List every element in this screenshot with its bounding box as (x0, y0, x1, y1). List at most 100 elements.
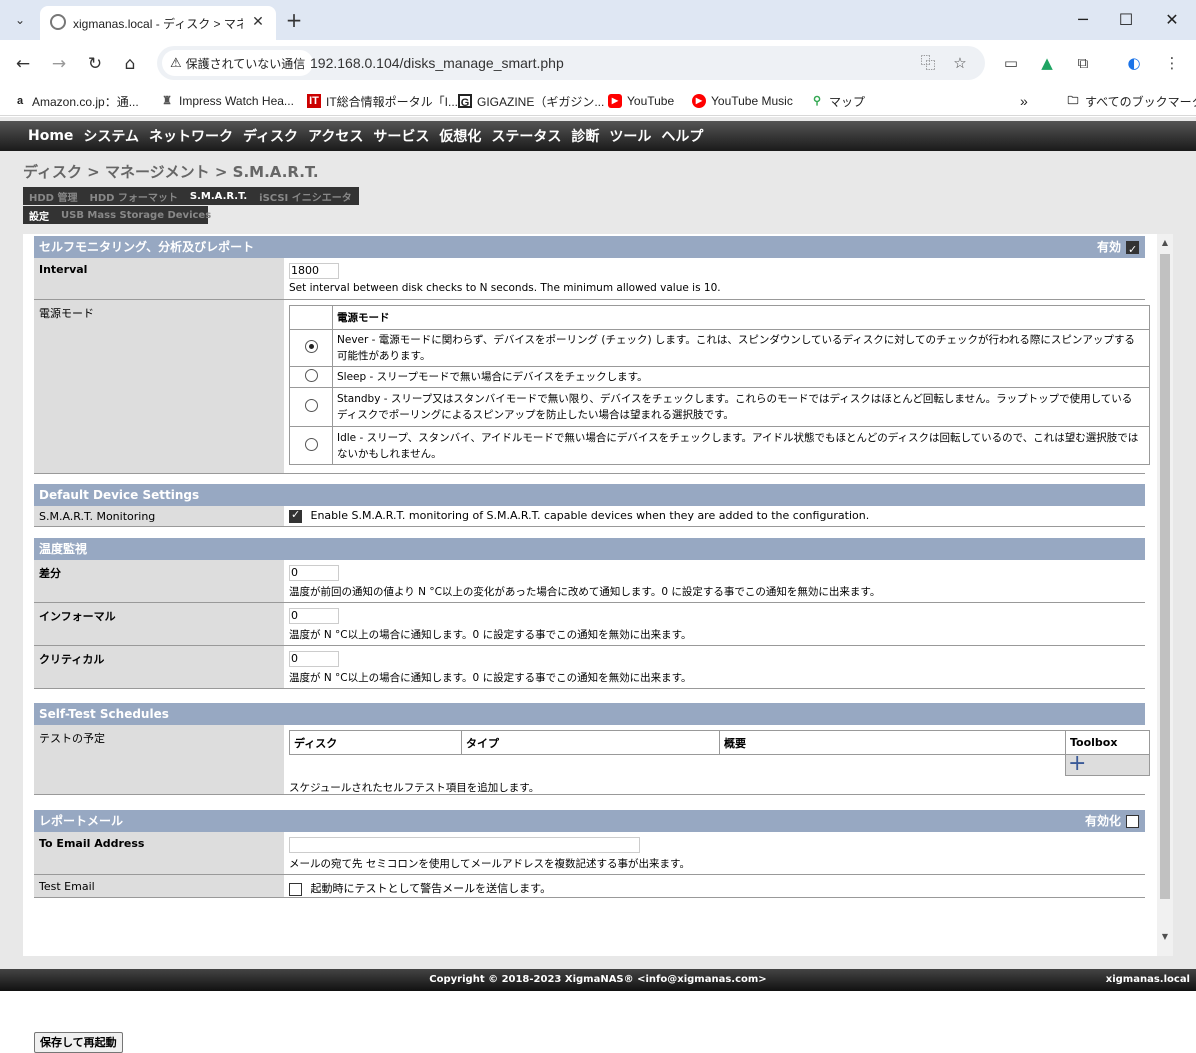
smart-monitoring-text: Enable S.M.A.R.T. monitoring of S.M.A.R.… (310, 509, 870, 522)
power-mode-sleep-radio[interactable] (304, 369, 318, 382)
interval-input[interactable]: 1800 (289, 263, 339, 279)
col-type: タイプ (461, 730, 720, 755)
menu-help[interactable]: ヘルプ (661, 126, 703, 146)
cast-icon[interactable]: ▭ (999, 51, 1023, 75)
all-bookmarks[interactable]: 🗀 すべてのブックマーク (1066, 92, 1196, 110)
tab-hdd-format[interactable]: HDD フォーマット (83, 189, 183, 204)
self-test-section-header: Self-Test Schedules (34, 703, 1145, 725)
tab-title: xigmanas.local - ディスク > マネー (73, 17, 243, 31)
interval-row: Interval 1800 Set interval between disk … (34, 258, 1145, 300)
temperature-section-header: 温度監視 (34, 538, 1145, 560)
test-email-checkbox[interactable] (289, 882, 302, 896)
temp-crit-row: クリティカル 0 温度が N °C以上の場合に通知します。0 に設定する事でこの… (34, 646, 1145, 689)
power-mode-sleep-text: Sleep - スリープモードで無い場合にデバイスをチェックします。 (332, 366, 1150, 388)
new-tab-icon[interactable]: + (283, 9, 305, 31)
temp-info-label: インフォーマル (34, 603, 284, 645)
save-and-restart-button[interactable]: 保存して再起動 (34, 1032, 123, 1053)
power-mode-never-radio[interactable] (304, 340, 318, 353)
menu-access[interactable]: アクセス (308, 126, 363, 146)
bookmark-item[interactable]: a Amazon.co.jp：通... (13, 92, 139, 110)
forward-icon[interactable]: → (47, 52, 71, 76)
translate-icon[interactable]: ⿻ (917, 52, 939, 74)
to-email-input[interactable] (289, 837, 640, 853)
menu-status[interactable]: ステータス (491, 126, 561, 146)
tab-settings[interactable]: 設定 (23, 208, 55, 223)
menu-home[interactable]: Home (28, 128, 73, 144)
bookmark-item[interactable]: ♜ Impress Watch Hea... (160, 92, 294, 110)
tab-close-icon[interactable]: ✕ (248, 12, 268, 32)
maximize-icon[interactable]: ☐ (1111, 8, 1141, 32)
back-icon[interactable]: ← (11, 52, 35, 76)
tab-smart[interactable]: S.M.A.R.T. (184, 191, 253, 202)
page: Home システム ネットワーク ディスク アクセス サービス 仮想化 ステータ… (0, 117, 1196, 1053)
menu-services[interactable]: サービス (373, 126, 429, 146)
smart-section-header: セルフモニタリング、分析及びレポート 有効 (34, 236, 1145, 261)
url-text[interactable]: 192.168.0.104/disks_manage_smart.php (310, 55, 564, 71)
tab-iscsi-initiator[interactable]: iSCSI イニシエータ (253, 189, 358, 204)
security-chip-label: 保護されていない通信 (185, 56, 306, 71)
menu-network[interactable]: ネットワーク (149, 126, 233, 146)
smart-monitoring-checkbox[interactable] (289, 508, 302, 523)
bookmark-item[interactable]: G GIGAZINE（ギガジン... (458, 92, 604, 110)
footer-hostname: xigmanas.local (1105, 974, 1190, 985)
scroll-up-icon[interactable]: ▲ (1157, 236, 1173, 250)
scrollbar-thumb[interactable] (1160, 254, 1170, 899)
temp-diff-label: 差分 (34, 560, 284, 602)
power-mode-standby-radio[interactable] (304, 399, 318, 412)
temp-info-input[interactable]: 0 (289, 608, 339, 624)
smart-enable-label: 有効 (1096, 240, 1121, 254)
col-disk: ディスク (289, 730, 462, 755)
smart-monitoring-row: S.M.A.R.T. Monitoring Enable S.M.A.R.T. … (34, 506, 1145, 527)
menu-disks[interactable]: ディスク (243, 126, 298, 146)
bookmark-star-icon[interactable]: ☆ (949, 52, 971, 74)
more-bookmarks-icon[interactable]: » (1020, 92, 1028, 110)
reload-icon[interactable]: ↻ (83, 52, 107, 76)
temp-crit-label: クリティカル (34, 646, 284, 688)
youtube-icon: ▶ (608, 94, 622, 108)
col-description: 概要 (719, 730, 1066, 755)
window-close-icon[interactable]: ✕ (1157, 8, 1187, 32)
smart-monitoring-label: S.M.A.R.T. Monitoring (34, 506, 284, 526)
interval-hint: Set interval between disk checks to N se… (289, 282, 721, 294)
test-email-row: Test Email 起動時にテストとして警告メールを送信します。 (34, 875, 1145, 898)
temp-crit-input[interactable]: 0 (289, 651, 339, 667)
to-email-label: To Email Address (34, 832, 284, 874)
bookmark-item[interactable]: ⚲ マップ (810, 92, 865, 110)
test-email-label: Test Email (34, 875, 284, 897)
power-mode-standby-text: Standby - スリープ又はスタンバイモードで無い限り、デバイスをチェックし… (332, 387, 1150, 427)
to-email-row: To Email Address メールの宛て先 セミコロンを使用してメールアド… (34, 832, 1145, 875)
interval-label: Interval (34, 258, 284, 299)
settings-form: セルフモニタリング、分析及びレポート 有効 Interval 1800 Set … (23, 234, 1157, 1053)
google-drive-icon[interactable]: ▲ (1035, 51, 1059, 75)
power-mode-idle-radio[interactable] (304, 437, 318, 451)
temp-crit-hint: 温度が N °C以上の場合に通知します。0 に設定する事でこの通知を無効に出来ま… (289, 672, 692, 684)
tab-usb-mass-storage[interactable]: USB Mass Storage Devices (55, 210, 217, 221)
security-chip[interactable]: ⚠ 保護されていない通信 (162, 50, 314, 76)
bookmark-item[interactable]: ▶ YouTube (608, 92, 674, 110)
power-mode-label: 電源モード (34, 300, 284, 473)
scroll-down-icon[interactable]: ▼ (1157, 930, 1173, 944)
browser-tab[interactable]: xigmanas.local - ディスク > マネー ✕ (40, 6, 276, 40)
minimize-icon[interactable]: ─ (1068, 8, 1098, 32)
menu-tools[interactable]: ツール (609, 126, 651, 146)
menu-diagnostics[interactable]: 診断 (571, 126, 599, 146)
scrollbar[interactable]: ▲ ▼ (1157, 234, 1173, 956)
temp-diff-row: 差分 0 温度が前回の通知の値より N °C以上の変化があった場合に改めて通知し… (34, 560, 1145, 603)
tab-search-dropdown-icon[interactable]: ⌄ (8, 8, 32, 32)
profile-icon[interactable]: ◐ (1122, 51, 1146, 75)
home-icon[interactable]: ⌂ (118, 52, 142, 76)
default-device-settings-header: Default Device Settings (34, 484, 1145, 506)
add-self-test-icon[interactable]: + (1068, 751, 1086, 776)
tab-hdd-management[interactable]: HDD 管理 (23, 189, 83, 204)
address-bar[interactable]: ⚠ 保護されていない通信 192.168.0.104/disks_manage_… (157, 46, 985, 80)
menu-system[interactable]: システム (83, 126, 139, 146)
extensions-icon[interactable]: ⧉ (1071, 51, 1095, 75)
folder-icon: 🗀 (1067, 95, 1079, 107)
bookmark-item[interactable]: ▶ YouTube Music (692, 92, 793, 110)
smart-enable-checkbox[interactable] (1126, 239, 1139, 261)
menu-kebab-icon[interactable]: ⋮ (1160, 51, 1184, 75)
report-enable-checkbox[interactable] (1126, 814, 1139, 828)
bookmark-item[interactable]: IT IT総合情報ポータル「I... (307, 92, 458, 110)
temp-diff-input[interactable]: 0 (289, 565, 339, 581)
menu-virtualization[interactable]: 仮想化 (439, 126, 481, 146)
